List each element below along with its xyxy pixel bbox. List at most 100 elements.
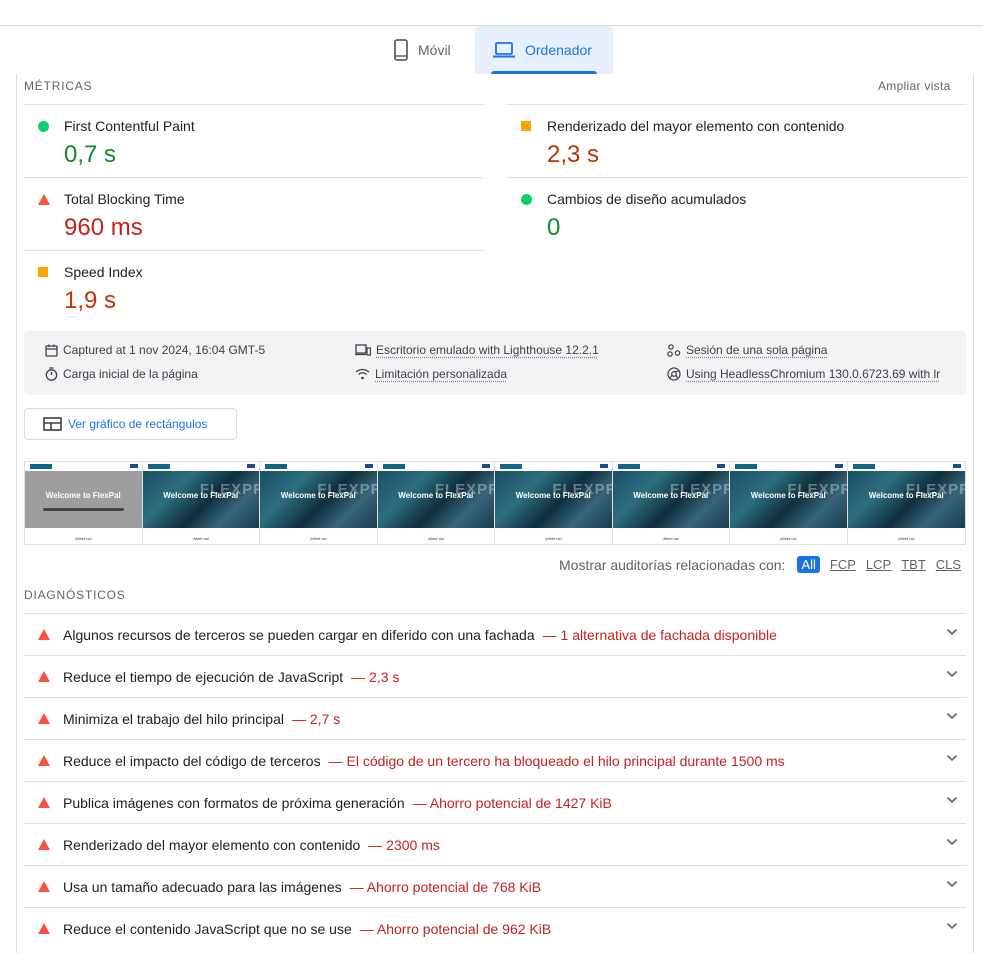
chevron-down-icon[interactable] bbox=[946, 712, 958, 720]
metric-cls: Cambios de diseño acumulados 0 bbox=[507, 177, 967, 250]
filter-tbt[interactable]: TBT bbox=[901, 557, 926, 572]
browser-info[interactable]: Using HeadlessChromium 130.0.6723.69 wit… bbox=[667, 367, 940, 381]
fail-triangle-icon bbox=[38, 923, 50, 934]
site-logo bbox=[30, 464, 52, 469]
audit-row[interactable]: Publica imágenes con formatos de próxima… bbox=[24, 781, 966, 823]
audit-title: Reduce el tiempo de ejecución de JavaScr… bbox=[63, 668, 344, 685]
frame-footer: ¡Meet us! bbox=[779, 536, 797, 541]
throttling-info[interactable]: Limitación personalizada bbox=[355, 367, 507, 381]
filmstrip-frame: FLEXPR Welcome to FlexPal ¡Meet us! bbox=[142, 462, 260, 544]
fail-triangle-icon bbox=[38, 713, 50, 724]
metric-label: Total Blocking Time bbox=[64, 191, 185, 207]
metric-label: Speed Index bbox=[64, 264, 143, 280]
audit-title: Reduce el impacto del código de terceros bbox=[63, 752, 321, 769]
fail-triangle-icon bbox=[38, 194, 50, 205]
audit-row[interactable]: Algunos recursos de terceros se pueden c… bbox=[24, 613, 966, 655]
chevron-down-icon[interactable] bbox=[946, 880, 958, 888]
filter-fcp[interactable]: FCP bbox=[830, 557, 856, 572]
runtime-info: Captured at 1 nov 2024, 16:04 GMT-5 Escr… bbox=[24, 331, 966, 395]
frame-title: Welcome to FlexPal bbox=[750, 491, 826, 500]
filter-all[interactable]: All bbox=[797, 556, 820, 573]
tab-desktop-label: Ordenador bbox=[525, 42, 592, 58]
diagnostics-list: Algunos recursos de terceros se pueden c… bbox=[24, 613, 966, 949]
fail-triangle-icon bbox=[38, 839, 50, 850]
audit-row[interactable]: Reduce el impacto del código de terceros… bbox=[24, 739, 966, 781]
filmstrip-frame: FLEXPR Welcome to FlexPal ¡Meet us! bbox=[377, 462, 495, 544]
tab-mobile[interactable]: Móvil bbox=[382, 26, 474, 74]
chevron-down-icon[interactable] bbox=[946, 922, 958, 930]
wifi-icon bbox=[355, 368, 370, 380]
audit-title: Publica imágenes con formatos de próxima… bbox=[63, 794, 405, 811]
audit-row[interactable]: Reduce el contenido JavaScript que no se… bbox=[24, 907, 966, 949]
frame-footer: ¡Meet us! bbox=[897, 536, 915, 541]
audit-display-value: — Ahorro potencial de 1427 KiB bbox=[412, 794, 612, 811]
filmstrip-frame: FLEXPR Welcome to FlexPal ¡Meet us! bbox=[260, 462, 378, 544]
fail-triangle-icon bbox=[38, 629, 50, 640]
metric-label: First Contentful Paint bbox=[64, 118, 195, 134]
tab-desktop[interactable]: Ordenador bbox=[475, 26, 613, 74]
chevron-down-icon[interactable] bbox=[946, 628, 958, 636]
mobile-icon bbox=[394, 39, 408, 61]
audit-row[interactable]: Renderizado del mayor elemento con conte… bbox=[24, 823, 966, 865]
metric-speed-index: Speed Index 1,9 s bbox=[24, 250, 484, 323]
frame-title: Welcome to FlexPal bbox=[515, 491, 591, 500]
fail-triangle-icon bbox=[38, 755, 50, 766]
site-logo bbox=[382, 464, 405, 469]
frame-footer: ¡Meet us! bbox=[309, 536, 327, 541]
chevron-down-icon[interactable] bbox=[946, 670, 958, 678]
metric-label: Renderizado del mayor elemento con conte… bbox=[547, 118, 845, 134]
fail-triangle-icon bbox=[38, 671, 50, 682]
filmstrip-frame: FLEXPR Welcome to FlexPal ¡Meet us! bbox=[847, 462, 965, 544]
metric-lcp: Renderizado del mayor elemento con conte… bbox=[507, 104, 967, 177]
filmstrip: Welcome to FlexPal ¡Meet us! FLEXPR Welco… bbox=[24, 461, 966, 545]
metric-value: 0,7 s bbox=[64, 141, 117, 168]
metric-value: 1,9 s bbox=[64, 287, 117, 314]
fail-triangle-icon bbox=[38, 797, 50, 808]
average-square-icon bbox=[38, 267, 48, 277]
filter-lcp[interactable]: LCP bbox=[866, 557, 891, 572]
frame-footer: ¡Meet us! bbox=[74, 536, 92, 541]
emulation-info[interactable]: Escritorio emulado with Lighthouse 12.2.… bbox=[355, 343, 599, 357]
metric-value: 960 ms bbox=[64, 214, 143, 241]
audit-display-value: — 2,3 s bbox=[351, 668, 400, 685]
metric-value: 2,3 s bbox=[547, 141, 600, 168]
filmstrip-frame: FLEXPR Welcome to FlexPal ¡Meet us! bbox=[730, 462, 848, 544]
frame-footer: ¡Meet us! bbox=[544, 536, 562, 541]
filmstrip-frame: FLEXPR Welcome to FlexPal ¡Meet us! bbox=[495, 462, 613, 544]
frame-footer: ¡Meet us! bbox=[662, 536, 680, 541]
audit-title: Renderizado del mayor elemento con conte… bbox=[63, 836, 361, 853]
metric-value: 0 bbox=[547, 214, 561, 241]
site-logo bbox=[735, 464, 757, 469]
session-icon bbox=[667, 343, 681, 357]
browser-text: Using HeadlessChromium 130.0.6723.69 wit… bbox=[686, 367, 941, 381]
view-treemap-button[interactable]: Ver gráfico de rectángulos bbox=[24, 408, 237, 440]
captured-info: Captured at 1 nov 2024, 16:04 GMT-5 bbox=[45, 343, 265, 357]
audit-title: Usa un tamaño adecuado para las imágenes bbox=[63, 878, 342, 895]
filter-cls[interactable]: CLS bbox=[936, 557, 961, 572]
frame-footer: ¡Meet us! bbox=[192, 536, 210, 541]
expand-view-toggle[interactable]: Ampliar vista bbox=[878, 79, 951, 93]
chevron-down-icon[interactable] bbox=[946, 796, 958, 804]
audit-filter: Mostrar auditorías relacionadas con: All… bbox=[559, 556, 961, 573]
audit-display-value: — Ahorro potencial de 962 KiB bbox=[359, 920, 552, 937]
calendar-icon bbox=[45, 344, 58, 357]
audit-display-value: — 2,7 s bbox=[292, 710, 341, 727]
metric-tbt: Total Blocking Time 960 ms bbox=[24, 177, 484, 250]
top-bar bbox=[0, 0, 983, 26]
frame-title: Welcome to FlexPal bbox=[868, 491, 944, 500]
site-logo bbox=[265, 464, 287, 469]
session-info[interactable]: Sesión de una sola página bbox=[667, 343, 827, 357]
chevron-down-icon[interactable] bbox=[946, 754, 958, 762]
filmstrip-frame: FLEXPR Welcome to FlexPal ¡Meet us! bbox=[612, 462, 730, 544]
audit-row[interactable]: Reduce el tiempo de ejecución de JavaScr… bbox=[24, 655, 966, 697]
filter-label: Mostrar auditorías relacionadas con: bbox=[559, 556, 786, 573]
chevron-down-icon[interactable] bbox=[946, 838, 958, 846]
laptop-icon bbox=[493, 42, 515, 58]
site-logo bbox=[500, 464, 522, 469]
filmstrip-frame: Welcome to FlexPal ¡Meet us! bbox=[25, 462, 143, 544]
audit-display-value: — Ahorro potencial de 768 KiB bbox=[349, 878, 542, 895]
treemap-icon bbox=[43, 417, 62, 431]
audit-row[interactable]: Minimiza el trabajo del hilo principal —… bbox=[24, 697, 966, 739]
audit-display-value: — El código de un tercero ha bloqueado e… bbox=[328, 752, 785, 769]
audit-row[interactable]: Usa un tamaño adecuado para las imágenes… bbox=[24, 865, 966, 907]
